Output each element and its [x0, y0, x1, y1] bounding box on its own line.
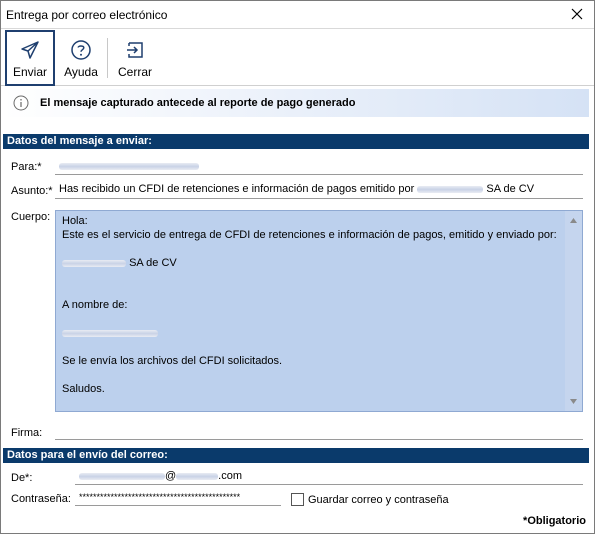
body-line-company: SA de CV [62, 256, 562, 270]
subject-suffix: SA de CV [486, 183, 535, 195]
signature-input[interactable] [55, 423, 583, 440]
from-at: @ [165, 470, 177, 482]
scroll-up-icon[interactable] [569, 216, 578, 225]
toolbar: Enviar Ayuda Cerrar [1, 30, 594, 86]
question-circle-icon [70, 39, 92, 61]
save-credentials-checkbox[interactable] [291, 493, 304, 506]
info-message: El mensaje capturado antecede al reporte… [40, 97, 356, 109]
to-label: Para:* [11, 161, 42, 173]
to-input[interactable] [55, 158, 583, 175]
close-icon[interactable] [567, 4, 587, 24]
help-button-label: Ayuda [64, 65, 98, 79]
message-section-header: Datos del mensaje a enviar: [3, 134, 589, 149]
subject-label: Asunto:* [11, 185, 53, 197]
close-dialog-button[interactable]: Cerrar [113, 30, 157, 86]
close-dialog-button-label: Cerrar [117, 65, 152, 79]
password-input[interactable]: ****************************************… [75, 489, 281, 506]
body-company-suffix: SA de CV [129, 257, 177, 269]
paper-plane-icon [19, 39, 41, 61]
signature-label: Firma: [11, 427, 43, 439]
send-button-label: Enviar [12, 65, 47, 79]
password-label: Contraseña: [11, 493, 71, 505]
redacted-domain [176, 472, 219, 480]
send-button[interactable]: Enviar [5, 30, 55, 86]
body-line-recipient [62, 326, 562, 340]
redacted-recipient-name [62, 329, 158, 337]
window-title: Entrega por correo electrónico [6, 8, 168, 22]
body-scrollbar[interactable] [565, 211, 582, 411]
send-section-header: Datos para el envío del correo: [3, 448, 589, 463]
info-banner: El mensaje capturado antecede al reporte… [3, 89, 589, 117]
redacted-issuer [417, 185, 484, 193]
info-circle-icon [13, 95, 29, 111]
exit-arrow-icon [124, 39, 146, 61]
from-label: De*: [11, 472, 33, 484]
help-button[interactable]: Ayuda [59, 30, 103, 86]
body-line-closing: Saludos. [62, 383, 105, 395]
redacted-recipient [59, 162, 199, 170]
body-content: Hola: Este es el servicio de entrega de … [62, 214, 562, 396]
body-textarea[interactable]: Hola: Este es el servicio de entrega de … [55, 210, 583, 412]
email-delivery-dialog: Entrega por correo electrónico Enviar Ay… [0, 0, 595, 534]
subject-prefix: Has recibido un CFDI de retenciones e in… [59, 183, 415, 195]
required-note: *Obligatorio [523, 515, 586, 527]
body-label: Cuerpo: [11, 211, 51, 223]
body-line-files: Se le envía los archivos del CFDI solici… [62, 355, 283, 367]
subject-input[interactable]: Has recibido un CFDI de retenciones e in… [55, 181, 583, 199]
redacted-company [62, 259, 126, 267]
body-line-intro: Este es el servicio de entrega de CFDI d… [62, 229, 557, 241]
scroll-down-icon[interactable] [569, 397, 578, 406]
toolbar-separator [107, 38, 108, 78]
from-input[interactable]: @ .com [75, 468, 583, 485]
redacted-user [79, 472, 165, 480]
body-line-greeting: Hola: [62, 215, 88, 227]
save-credentials-label: Guardar correo y contraseña [308, 494, 449, 506]
body-line-on-behalf: A nombre de: [62, 299, 128, 311]
from-domain-suffix: .com [218, 470, 243, 482]
title-bar: Entrega por correo electrónico [1, 1, 594, 29]
